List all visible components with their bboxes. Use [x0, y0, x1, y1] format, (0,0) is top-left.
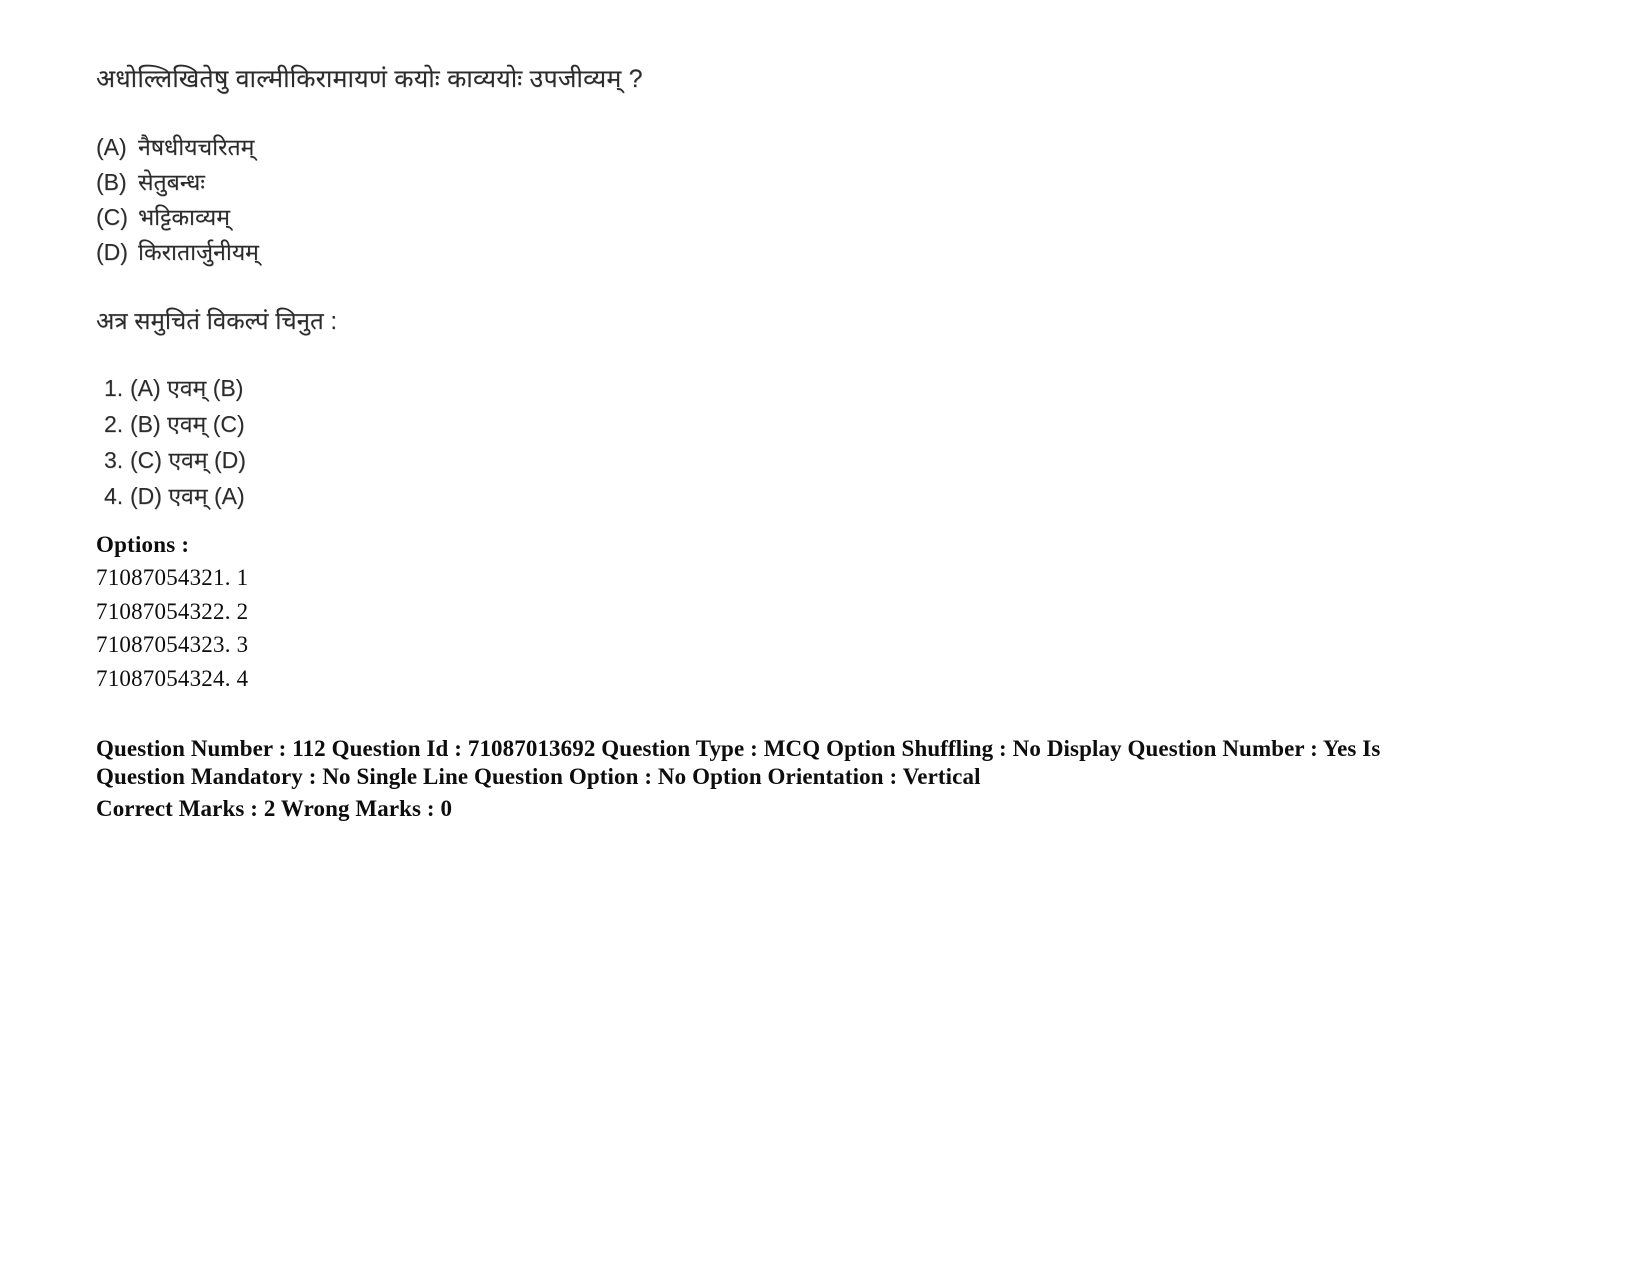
scanned-question-body: अधोल्लिखितेषु वाल्मीकिरामायणं कयोः काव्य…	[96, 62, 1496, 514]
lettered-option-a-text: नैषधीयचरितम्	[138, 134, 255, 160]
lettered-option-b-text: सेतुबन्धः	[138, 169, 205, 195]
metadata-line-2: Question Mandatory : No Single Line Ques…	[96, 763, 981, 789]
numbered-choice-1-number: 1.	[104, 375, 124, 401]
lettered-option-c: (C) भट्टिकाव्यम्	[96, 200, 1496, 235]
lettered-option-d-label: (D)	[96, 239, 128, 265]
metadata-line-3: Correct Marks : 2 Wrong Marks : 0	[96, 796, 453, 821]
lettered-option-d: (D) किरातार्जुनीयम्	[96, 235, 1496, 270]
numbered-choice-1-text: (A) एवम् (B)	[130, 375, 244, 401]
option-id-row-3: 71087054323. 3	[96, 632, 249, 657]
numbered-choice-2-number: 2.	[104, 411, 124, 437]
lettered-option-a: (A) नैषधीयचरितम्	[96, 130, 1496, 165]
numbered-choice-list: 1. (A) एवम् (B) 2. (B) एवम् (C) 3. (C) एवम्…	[96, 370, 1496, 514]
options-section: Options : 71087054321. 1 71087054322. 2 …	[96, 528, 996, 695]
option-id-row-2: 71087054322. 2	[96, 598, 249, 624]
numbered-choice-2: 2. (B) एवम् (C)	[104, 406, 1496, 442]
options-heading: Options :	[96, 532, 190, 557]
answer-instruction: अत्र समुचितं विकल्पं चिनुत :	[96, 308, 338, 335]
numbered-choice-2-text: (B) एवम् (C)	[130, 411, 245, 437]
numbered-choice-4-number: 4.	[104, 483, 124, 509]
numbered-choice-3: 3. (C) एवम् (D)	[104, 442, 1496, 478]
lettered-option-list: (A) नैषधीयचरितम् (B) सेतुबन्धः (C) भट्टिकाव…	[96, 130, 1496, 270]
lettered-option-b-label: (B)	[96, 169, 127, 195]
question-metadata: Question Number : 112 Question Id : 7108…	[96, 735, 1436, 823]
question-stem: अधोल्लिखितेषु वाल्मीकिरामायणं कयोः काव्य…	[96, 65, 643, 93]
numbered-choice-4: 4. (D) एवम् (A)	[104, 478, 1496, 514]
metadata-line-1: Question Number : 112 Question Id : 7108…	[96, 736, 1381, 761]
numbered-choice-3-text: (C) एवम् (D)	[130, 447, 246, 473]
lettered-option-a-label: (A)	[96, 134, 127, 160]
numbered-choice-1: 1. (A) एवम् (B)	[104, 370, 1496, 406]
question-page: अधोल्लिखितेषु वाल्मीकिरामायणं कयोः काव्य…	[0, 0, 1650, 1275]
numbered-choice-3-number: 3.	[104, 447, 124, 473]
lettered-option-c-label: (C)	[96, 204, 128, 230]
lettered-option-b: (B) सेतुबन्धः	[96, 165, 1496, 200]
numbered-choice-4-text: (D) एवम् (A)	[130, 483, 245, 509]
lettered-option-c-text: भट्टिकाव्यम्	[138, 204, 230, 230]
option-id-row-4: 71087054324. 4	[96, 665, 249, 691]
option-id-row-1: 71087054321. 1	[96, 565, 249, 590]
lettered-option-d-text: किरातार्जुनीयम्	[138, 239, 259, 265]
